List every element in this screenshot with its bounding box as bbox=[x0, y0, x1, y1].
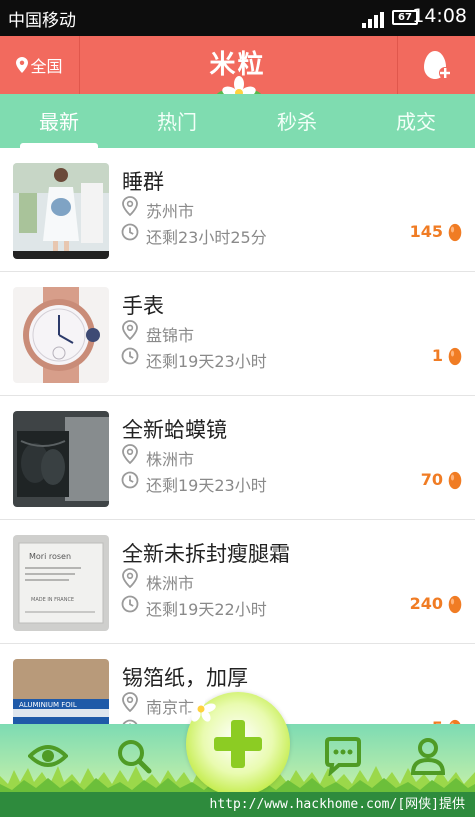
cream-origin-text: MADE IN FRANCE bbox=[31, 597, 74, 603]
item-price: 70 bbox=[420, 470, 443, 489]
tab-flash-sale[interactable]: 秒杀 bbox=[238, 94, 356, 148]
item-price: 240 bbox=[409, 594, 443, 613]
foil-label-text: ALUMINIUM FOIL bbox=[19, 701, 77, 709]
add-listing-button[interactable] bbox=[186, 692, 290, 796]
plus-icon-bar bbox=[214, 737, 262, 751]
item-city: 株洲市 bbox=[146, 574, 195, 593]
signal-icon bbox=[362, 12, 384, 28]
item-title: 手表 bbox=[122, 294, 164, 318]
item-time-left: 还剩23小时25分 bbox=[146, 228, 267, 247]
tab-latest[interactable]: 最新 bbox=[0, 94, 118, 148]
item-title: 全新未拆封瘦腿霜 bbox=[122, 542, 290, 566]
item-time-left: 还剩19天22小时 bbox=[146, 600, 267, 619]
item-price: 1 bbox=[431, 346, 443, 365]
tab-sold[interactable]: 成交 bbox=[357, 94, 475, 148]
list-item[interactable]: 全新蛤蟆镜 株洲市 还剩19天23小时 70 bbox=[0, 396, 475, 520]
clock-icon bbox=[121, 471, 139, 489]
item-thumbnail bbox=[13, 411, 109, 507]
clock-icon bbox=[121, 595, 139, 613]
item-thumbnail bbox=[13, 287, 109, 383]
clock: 14:08 bbox=[412, 5, 467, 27]
carrier-name: 中国移动 bbox=[8, 11, 76, 31]
list-item[interactable]: Mori rosen MADE IN FRANCE 全新未拆封瘦腿霜 株洲市 还… bbox=[0, 520, 475, 644]
tab-label: 秒杀 bbox=[277, 110, 317, 134]
egg-coin-icon bbox=[448, 471, 462, 490]
item-city: 株洲市 bbox=[146, 450, 195, 469]
item-title: 全新蛤蟆镜 bbox=[122, 418, 227, 442]
status-bar: 中国移动 67 14:08 bbox=[0, 0, 475, 36]
item-city: 苏州市 bbox=[146, 202, 195, 221]
eye-icon[interactable] bbox=[28, 736, 68, 776]
item-title: 睡群 bbox=[122, 170, 164, 194]
egg-coin-icon bbox=[448, 347, 462, 366]
clock-icon bbox=[121, 223, 139, 241]
item-city: 盘锦市 bbox=[146, 326, 195, 345]
search-icon[interactable] bbox=[114, 736, 154, 776]
list-item[interactable]: 手表 盘锦市 还剩19天23小时 1 bbox=[0, 272, 475, 396]
tab-hot[interactable]: 热门 bbox=[118, 94, 236, 148]
item-thumbnail bbox=[13, 163, 109, 259]
tab-label: 最新 bbox=[39, 110, 79, 134]
egg-coin-icon bbox=[448, 223, 462, 242]
item-price: 145 bbox=[409, 222, 443, 241]
item-time-left: 还剩19天23小时 bbox=[146, 476, 267, 495]
item-thumbnail: Mori rosen MADE IN FRANCE bbox=[13, 535, 109, 631]
clock-icon bbox=[121, 347, 139, 365]
location-pin-icon bbox=[122, 444, 138, 464]
item-title: 锡箔纸，加厚 bbox=[122, 666, 248, 690]
tab-label: 热门 bbox=[157, 110, 197, 134]
egg-add-icon bbox=[423, 51, 451, 79]
egg-coin-icon bbox=[448, 595, 462, 614]
location-pin-icon bbox=[122, 320, 138, 340]
item-list[interactable]: 睡群 苏州市 还剩23小时25分 145 手表 盘锦市 还剩19天23小时 1 … bbox=[0, 148, 475, 724]
list-item[interactable]: 睡群 苏州市 还剩23小时25分 145 bbox=[0, 148, 475, 272]
battery-level: 67 bbox=[398, 12, 412, 23]
category-tabs: 最新 热门 秒杀 成交 bbox=[0, 94, 475, 148]
app-header: 全国 米粒 bbox=[0, 36, 475, 108]
tab-label: 成交 bbox=[396, 110, 436, 134]
publish-button[interactable] bbox=[397, 36, 475, 94]
location-pin-icon bbox=[122, 568, 138, 588]
watermark-caption: http://www.hackhome.com/[网侠]提供 bbox=[0, 792, 475, 817]
user-icon[interactable] bbox=[408, 736, 448, 776]
item-time-left: 还剩19天23小时 bbox=[146, 352, 267, 371]
cream-brand-text: Mori rosen bbox=[29, 552, 71, 561]
message-icon[interactable] bbox=[323, 736, 363, 776]
flower-decoration-icon bbox=[186, 694, 216, 722]
location-pin-icon bbox=[122, 692, 138, 712]
item-thumbnail: ALUMINIUM FOIL bbox=[13, 659, 109, 724]
location-pin-icon bbox=[122, 196, 138, 216]
